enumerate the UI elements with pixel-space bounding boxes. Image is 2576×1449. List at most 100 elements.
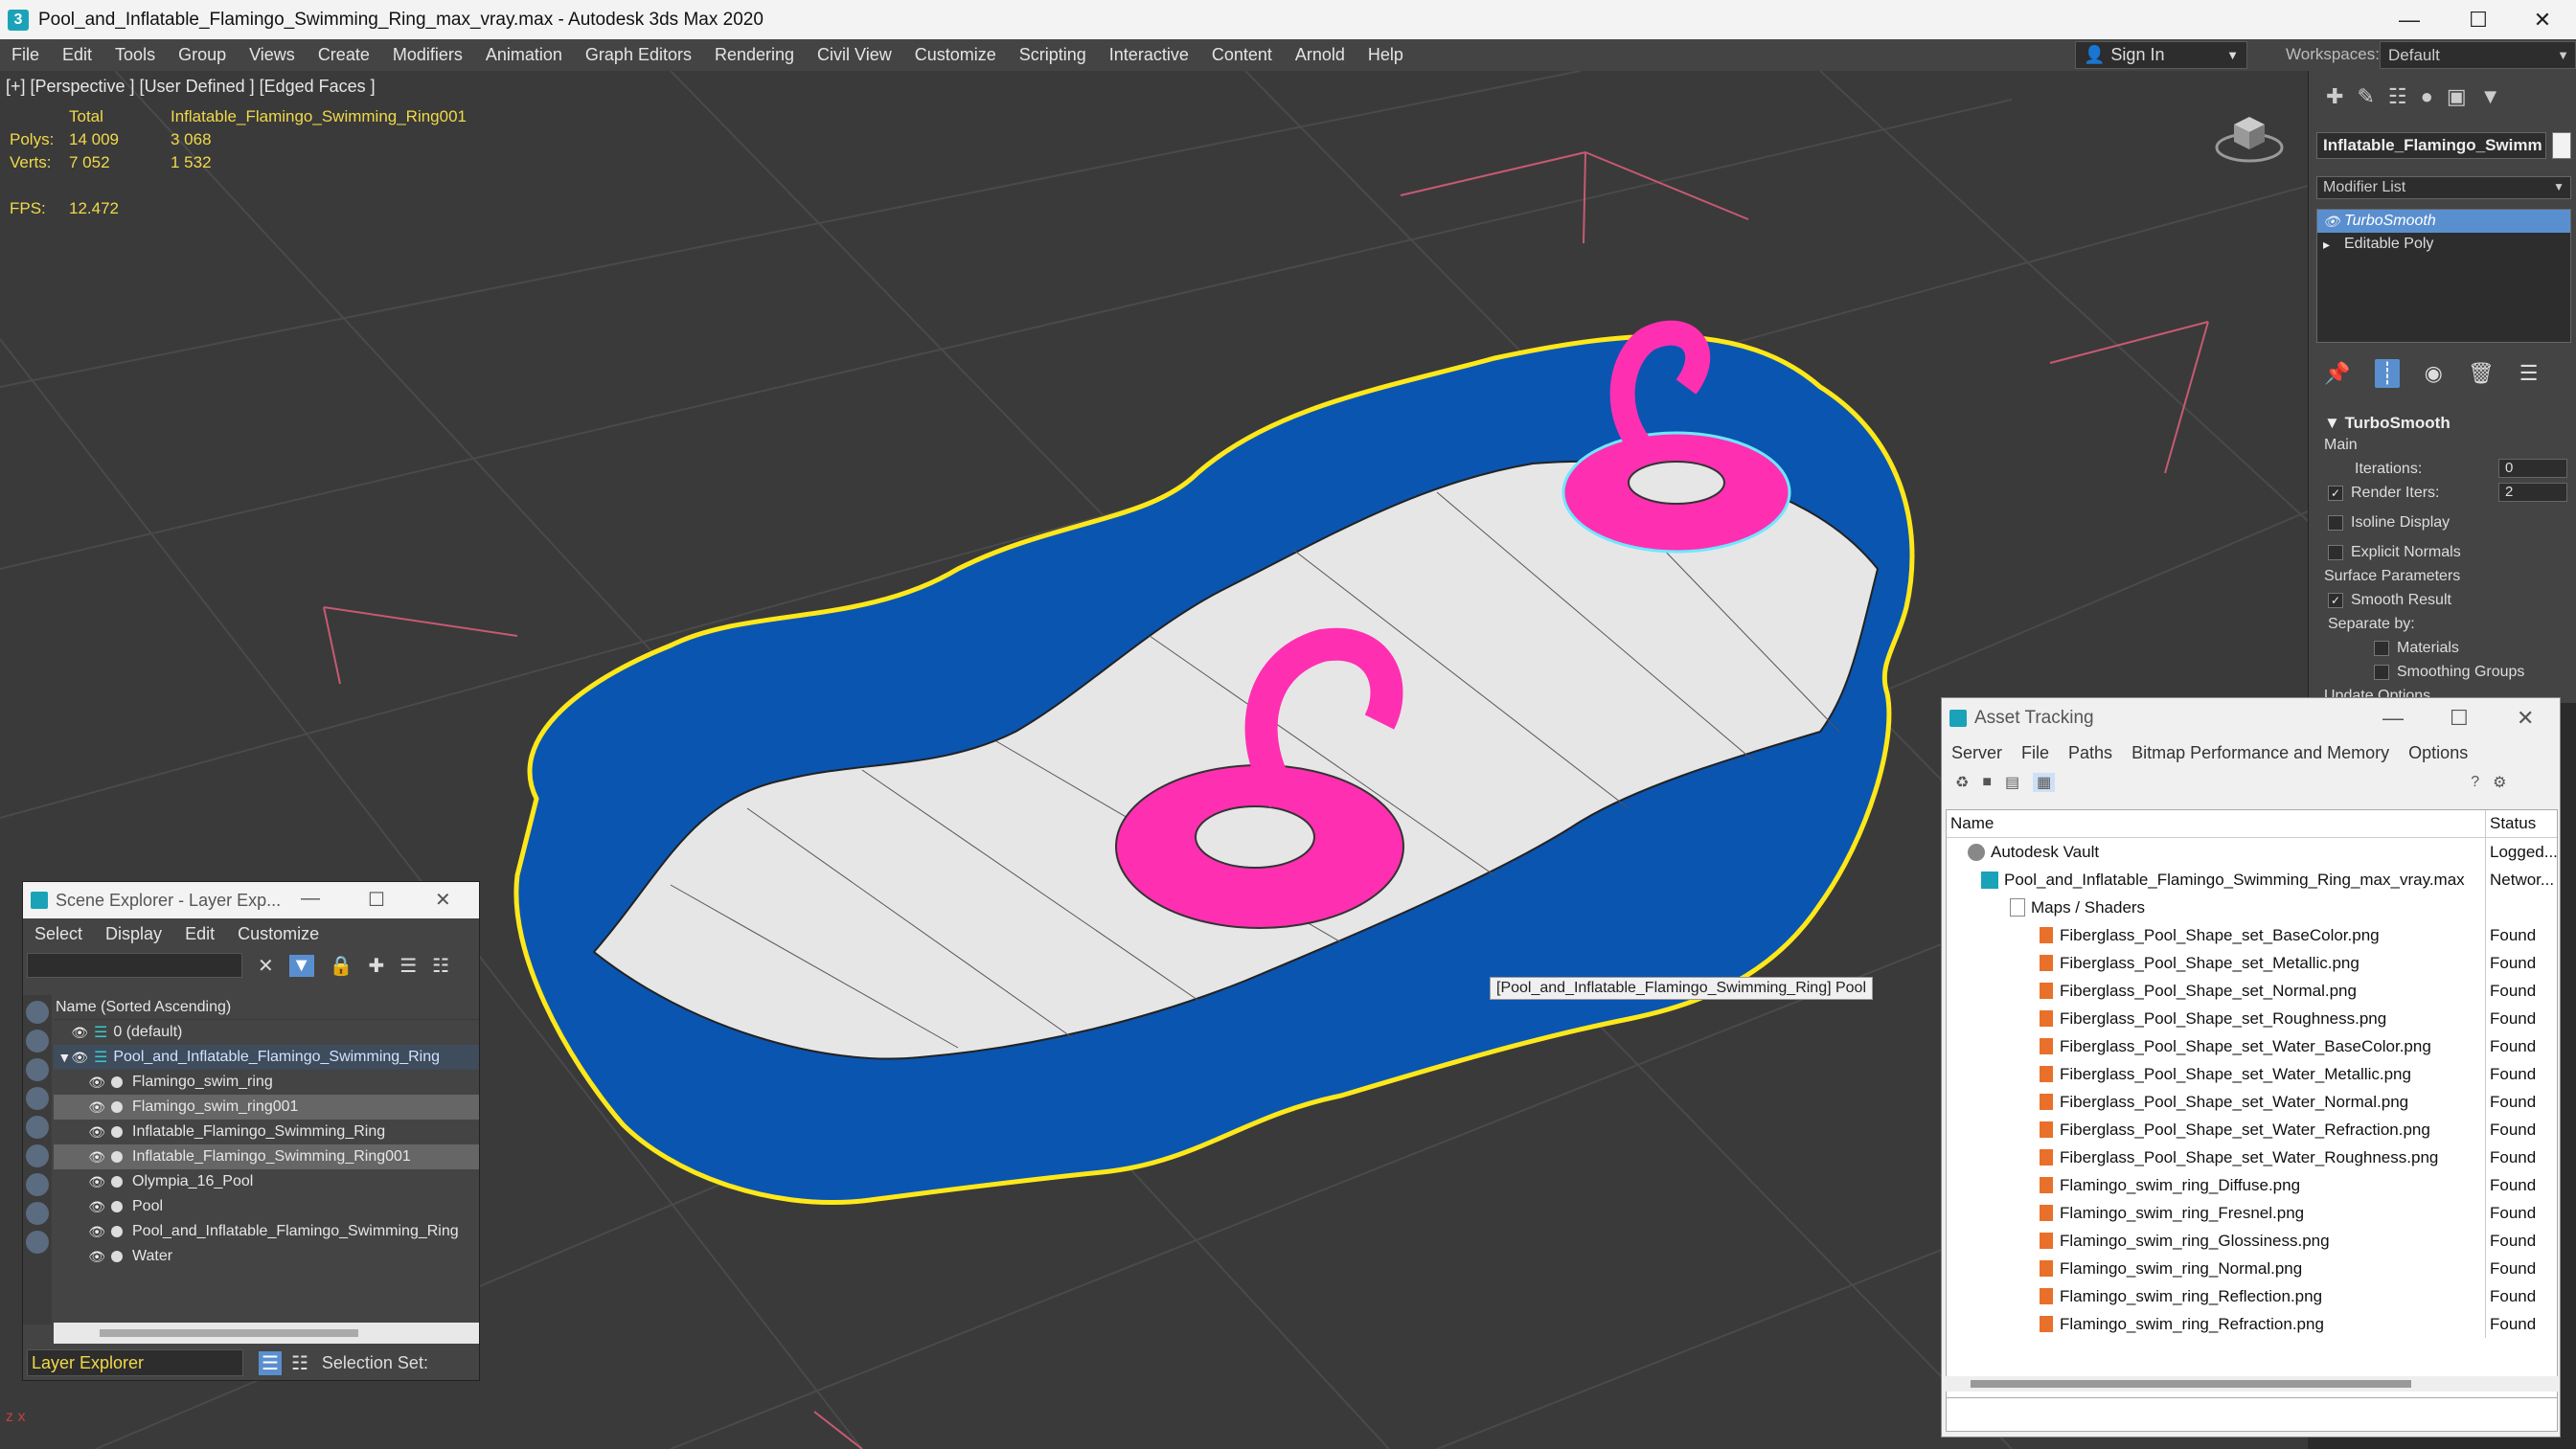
list-icon[interactable]: ■ (1982, 774, 1992, 791)
scene-explorer-titlebar[interactable]: Scene Explorer - Layer Exp... — ☐ ✕ (23, 882, 479, 918)
close-button[interactable]: ✕ (2517, 706, 2534, 731)
make-unique-icon[interactable]: ◉ (2425, 361, 2443, 386)
tree-row-object[interactable]: 👁 Pool_and_Inflatable_Flamingo_Swimming_… (54, 1219, 479, 1244)
smooth-result-checkbox[interactable]: ✓ (2328, 592, 2343, 608)
render-iters-checkbox[interactable]: ✓ (2328, 485, 2343, 501)
close-button[interactable]: ✕ (435, 888, 451, 912)
asset-row[interactable]: Fiberglass_Pool_Shape_set_Roughness.png F… (1947, 1005, 2557, 1032)
table-icon[interactable]: ▦ (2033, 773, 2056, 792)
expand-arrow-icon[interactable]: ▸ (2323, 237, 2344, 253)
menu-display[interactable]: Display (94, 924, 173, 944)
asset-row[interactable]: Pool_and_Inflatable_Flamingo_Swimming_Ri… (1947, 866, 2557, 894)
menu-rendering[interactable]: Rendering (703, 45, 806, 65)
viewport-label[interactable]: [+] [Perspective ] [User Defined ] [Edge… (6, 77, 376, 97)
remove-modifier-icon[interactable]: 🗑 (2468, 361, 2495, 386)
smoothing-groups-checkbox[interactable] (2374, 664, 2389, 680)
menu-bitmap-performance[interactable]: Bitmap Performance and Memory (2122, 743, 2399, 763)
asset-row[interactable]: Flamingo_swim_ring_Refraction.png Found (1947, 1310, 2557, 1338)
asset-row[interactable]: Flamingo_swim_ring_Fresnel.png Found (1947, 1199, 2557, 1227)
configure-sets-icon[interactable]: ☰ (2519, 361, 2539, 386)
asset-row[interactable]: Fiberglass_Pool_Shape_set_Normal.png Foun… (1947, 977, 2557, 1005)
asset-row[interactable]: Flamingo_swim_ring_Glossiness.png Found (1947, 1227, 2557, 1255)
tree-row-object[interactable]: 👁 Olympia_16_Pool (54, 1169, 479, 1194)
hierarchy-icon[interactable]: ☷ (291, 1351, 308, 1375)
scrollbar-thumb[interactable] (1971, 1380, 2411, 1388)
eye-icon[interactable]: 👁 (71, 1149, 111, 1166)
filter-icon[interactable]: ▼ (288, 954, 314, 977)
xrefs-filter-icon[interactable] (26, 1202, 49, 1225)
tree-row-layer-pool[interactable]: ▼👁 ☰ Pool_and_Inflatable_Flamingo_Swimmi… (54, 1045, 479, 1070)
menu-graph-editors[interactable]: Graph Editors (574, 45, 703, 65)
layers-icon[interactable]: ☰ (399, 954, 417, 978)
asset-row[interactable]: Fiberglass_Pool_Shape_set_Water_BaseColo… (1947, 1032, 2557, 1060)
layer-explorer-dropdown[interactable]: Layer Explorer (27, 1349, 243, 1376)
explicit-normals-checkbox[interactable] (2328, 544, 2343, 560)
column-header-status[interactable]: Status (2486, 810, 2557, 837)
object-color-swatch[interactable] (2552, 132, 2571, 159)
asset-row[interactable]: Flamingo_swim_ring_Reflection.png Found (1947, 1282, 2557, 1310)
menu-views[interactable]: Views (238, 45, 307, 65)
lock-icon[interactable]: 🔒 (330, 954, 353, 978)
menu-tools[interactable]: Tools (103, 45, 167, 65)
close-button[interactable]: ✕ (2509, 0, 2576, 39)
cameras-filter-icon[interactable] (26, 1087, 49, 1110)
menu-content[interactable]: Content (1200, 45, 1284, 65)
sign-in-dropdown[interactable]: 👤 Sign In ▼ (2075, 41, 2247, 69)
minimize-button[interactable]: — (2382, 706, 2404, 731)
menu-server[interactable]: Server (1942, 743, 2012, 763)
groups-filter-icon[interactable] (26, 1173, 49, 1196)
menu-interactive[interactable]: Interactive (1098, 45, 1200, 65)
menu-edit[interactable]: Edit (51, 45, 103, 65)
object-name-field[interactable]: Inflatable_Flamingo_Swimm (2316, 132, 2546, 159)
menu-edit[interactable]: Edit (173, 924, 226, 944)
modifier-list-dropdown[interactable]: Modifier List ▼ (2316, 176, 2571, 199)
tree-row-object[interactable]: 👁 Inflatable_Flamingo_Swimming_Ring001 (54, 1144, 479, 1169)
explicit-normals-row[interactable]: Explicit Normals (2309, 540, 2576, 564)
hierarchy-icon[interactable]: ☷ (432, 954, 449, 978)
asset-row[interactable]: Fiberglass_Pool_Shape_set_Water_Normal.p… (1947, 1088, 2557, 1116)
search-input[interactable] (27, 953, 242, 978)
eye-icon[interactable]: 👁 (71, 1224, 111, 1240)
eye-icon[interactable]: 👁 (2323, 214, 2344, 230)
menu-create[interactable]: Create (307, 45, 381, 65)
asset-row[interactable]: Fiberglass_Pool_Shape_set_BaseColor.png F… (1947, 921, 2557, 949)
menu-civil-view[interactable]: Civil View (806, 45, 903, 65)
workspace-dropdown[interactable]: Default ▼ (2380, 41, 2576, 69)
tree-row-object[interactable]: 👁 Flamingo_swim_ring (54, 1070, 479, 1095)
spacewarps-filter-icon[interactable] (26, 1144, 49, 1167)
refresh-icon[interactable]: ♻ (1955, 773, 1969, 792)
tree-row-object[interactable]: 👁 Inflatable_Flamingo_Swimming_Ring (54, 1120, 479, 1144)
stack-item-editable-poly[interactable]: ▸ Editable Poly (2317, 233, 2570, 256)
motion-tab-icon[interactable]: ● (2421, 84, 2433, 109)
tree-row-object[interactable]: 👁 Flamingo_swim_ring001 (54, 1095, 479, 1120)
utilities-tab-icon[interactable]: ▼ (2480, 84, 2501, 109)
modify-tab-icon[interactable]: ✎ (2357, 84, 2374, 109)
asset-row[interactable]: Fiberglass_Pool_Shape_set_Metallic.png Fo… (1947, 949, 2557, 977)
asset-row[interactable]: Maps / Shaders (1947, 894, 2557, 921)
eye-icon[interactable]: ▼👁 (54, 1050, 94, 1066)
eye-icon[interactable]: 👁 (71, 1099, 111, 1116)
menu-customize[interactable]: Customize (226, 924, 331, 944)
menu-customize[interactable]: Customize (903, 45, 1008, 65)
asset-row[interactable]: Flamingo_swim_ring_Diffuse.png Found (1947, 1171, 2557, 1199)
menu-modifiers[interactable]: Modifiers (381, 45, 474, 65)
smooth-result-row[interactable]: ✓ Smooth Result (2309, 588, 2576, 612)
viewcube-icon[interactable] (2215, 105, 2284, 163)
horizontal-scrollbar[interactable] (54, 1323, 479, 1344)
maximize-button[interactable]: ☐ (368, 888, 385, 912)
menu-group[interactable]: Group (167, 45, 238, 65)
maximize-button[interactable]: ☐ (2445, 0, 2512, 39)
smoothing-groups-row[interactable]: Smoothing Groups (2309, 660, 2576, 684)
minimize-button[interactable]: — (2376, 0, 2443, 39)
asset-row[interactable]: Fiberglass_Pool_Shape_set_Water_Refracti… (1947, 1116, 2557, 1143)
tree-row-layer-default[interactable]: 👁 ☰ 0 (default) (54, 1020, 479, 1045)
menu-file[interactable]: File (2012, 743, 2059, 763)
menu-arnold[interactable]: Arnold (1284, 45, 1356, 65)
materials-checkbox[interactable] (2374, 640, 2389, 656)
clear-search-icon[interactable]: ✕ (258, 954, 274, 978)
create-tab-icon[interactable]: ✚ (2326, 84, 2343, 109)
asset-row[interactable]: Fiberglass_Pool_Shape_set_Water_Roughnes… (1947, 1143, 2557, 1171)
column-header-name[interactable]: Name (Sorted Ascending) (54, 995, 479, 1020)
eye-icon[interactable]: 👁 (54, 1025, 94, 1041)
menu-file[interactable]: File (0, 45, 51, 65)
